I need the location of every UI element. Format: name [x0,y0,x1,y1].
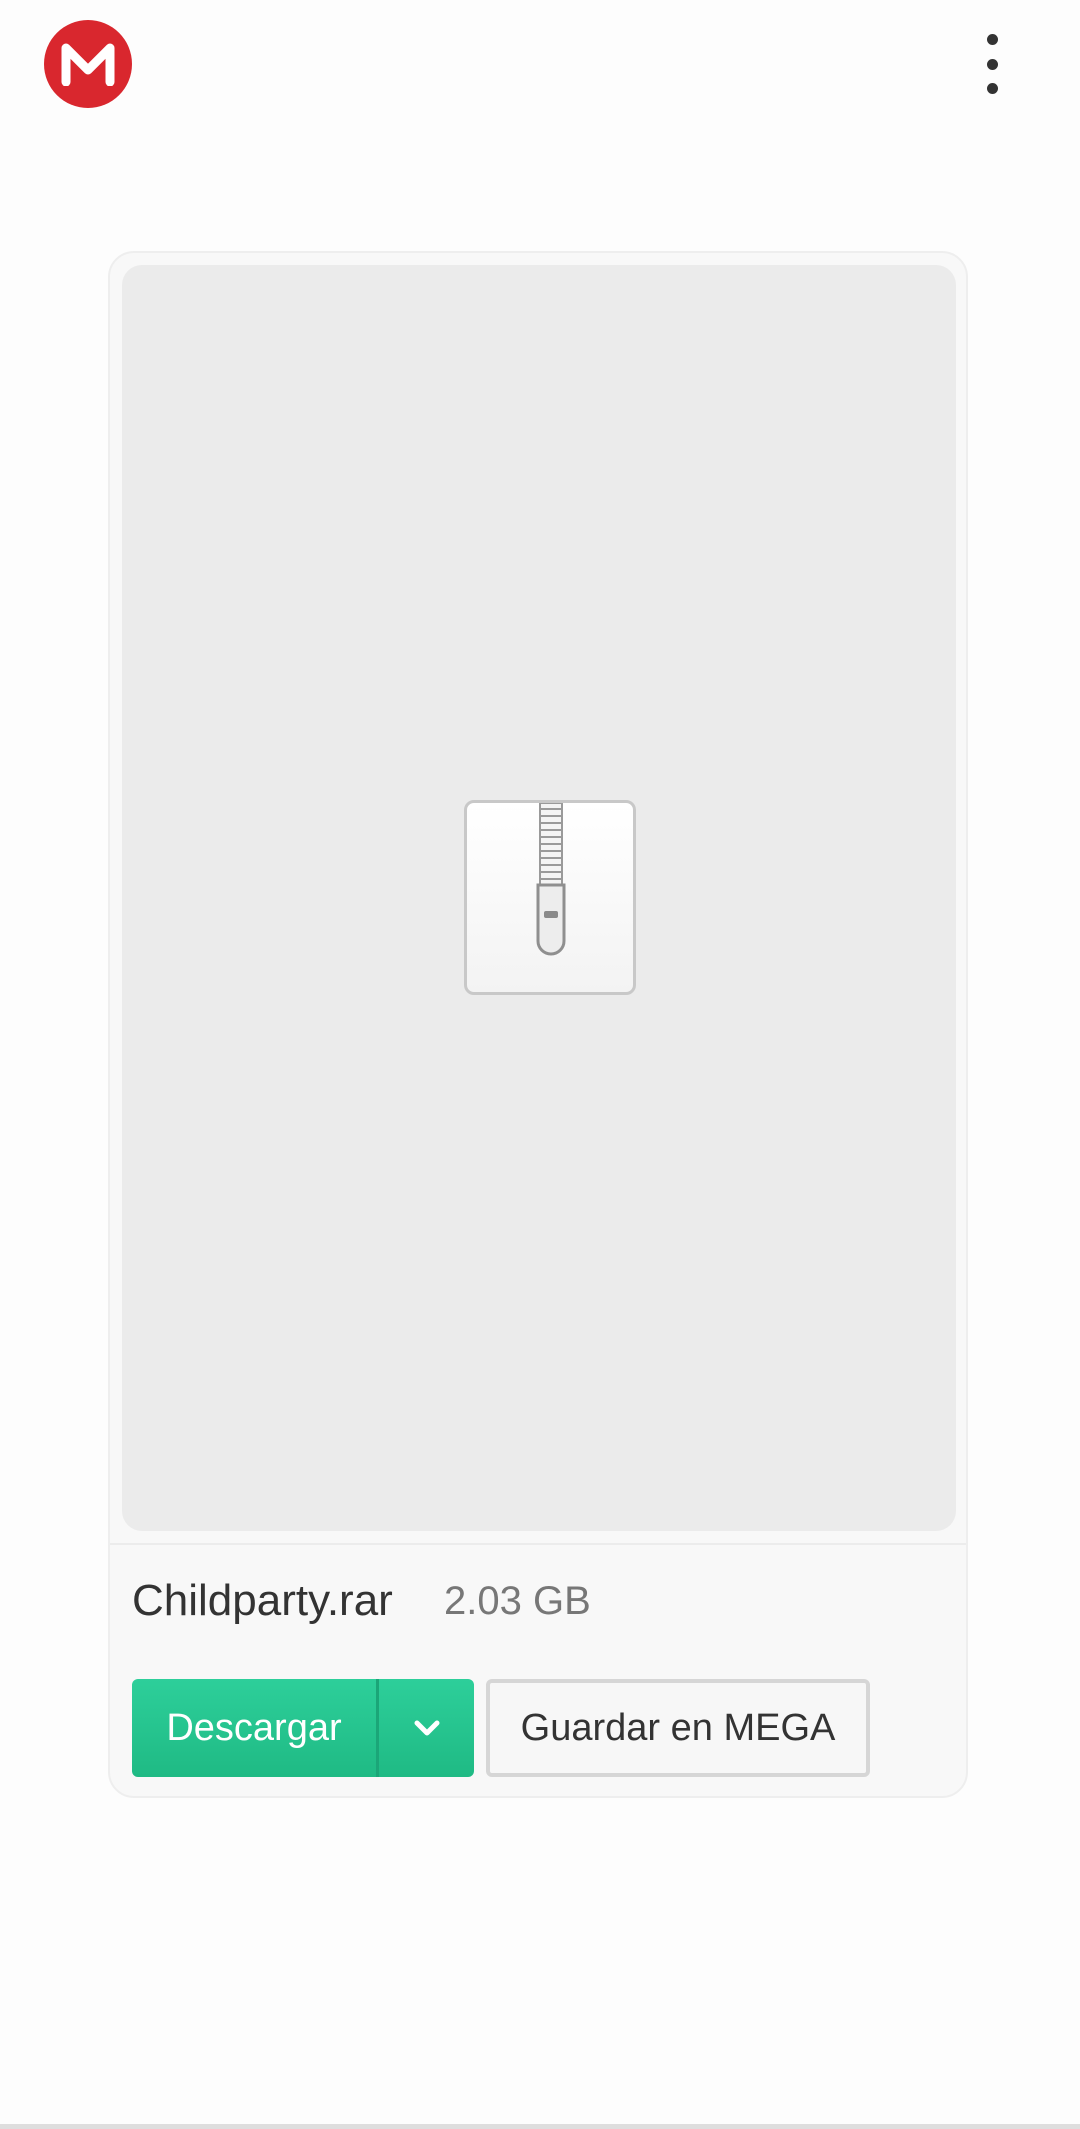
mega-logo-icon[interactable] [44,20,132,108]
kebab-dot [986,83,998,94]
file-name: Childparty.rar [132,1576,393,1625]
chevron-down-icon [414,1720,439,1736]
card-divider [110,1543,966,1545]
mega-logo-glyph [61,43,115,86]
save-to-mega-button[interactable]: Guardar en MEGA [486,1679,870,1777]
kebab-dot [986,58,998,70]
more-options-icon[interactable] [972,34,1012,94]
download-button[interactable]: Descargar [132,1679,376,1777]
bottom-edge [0,2124,1080,2129]
file-size: 2.03 GB [444,1579,591,1623]
download-button-group: Descargar [132,1679,474,1777]
download-options-button[interactable] [379,1679,474,1777]
file-card: Childparty.rar 2.03 GB Descargar Guardar… [108,251,968,1798]
file-preview [122,265,956,1531]
archive-zip-icon [464,800,636,995]
kebab-dot [986,34,998,45]
